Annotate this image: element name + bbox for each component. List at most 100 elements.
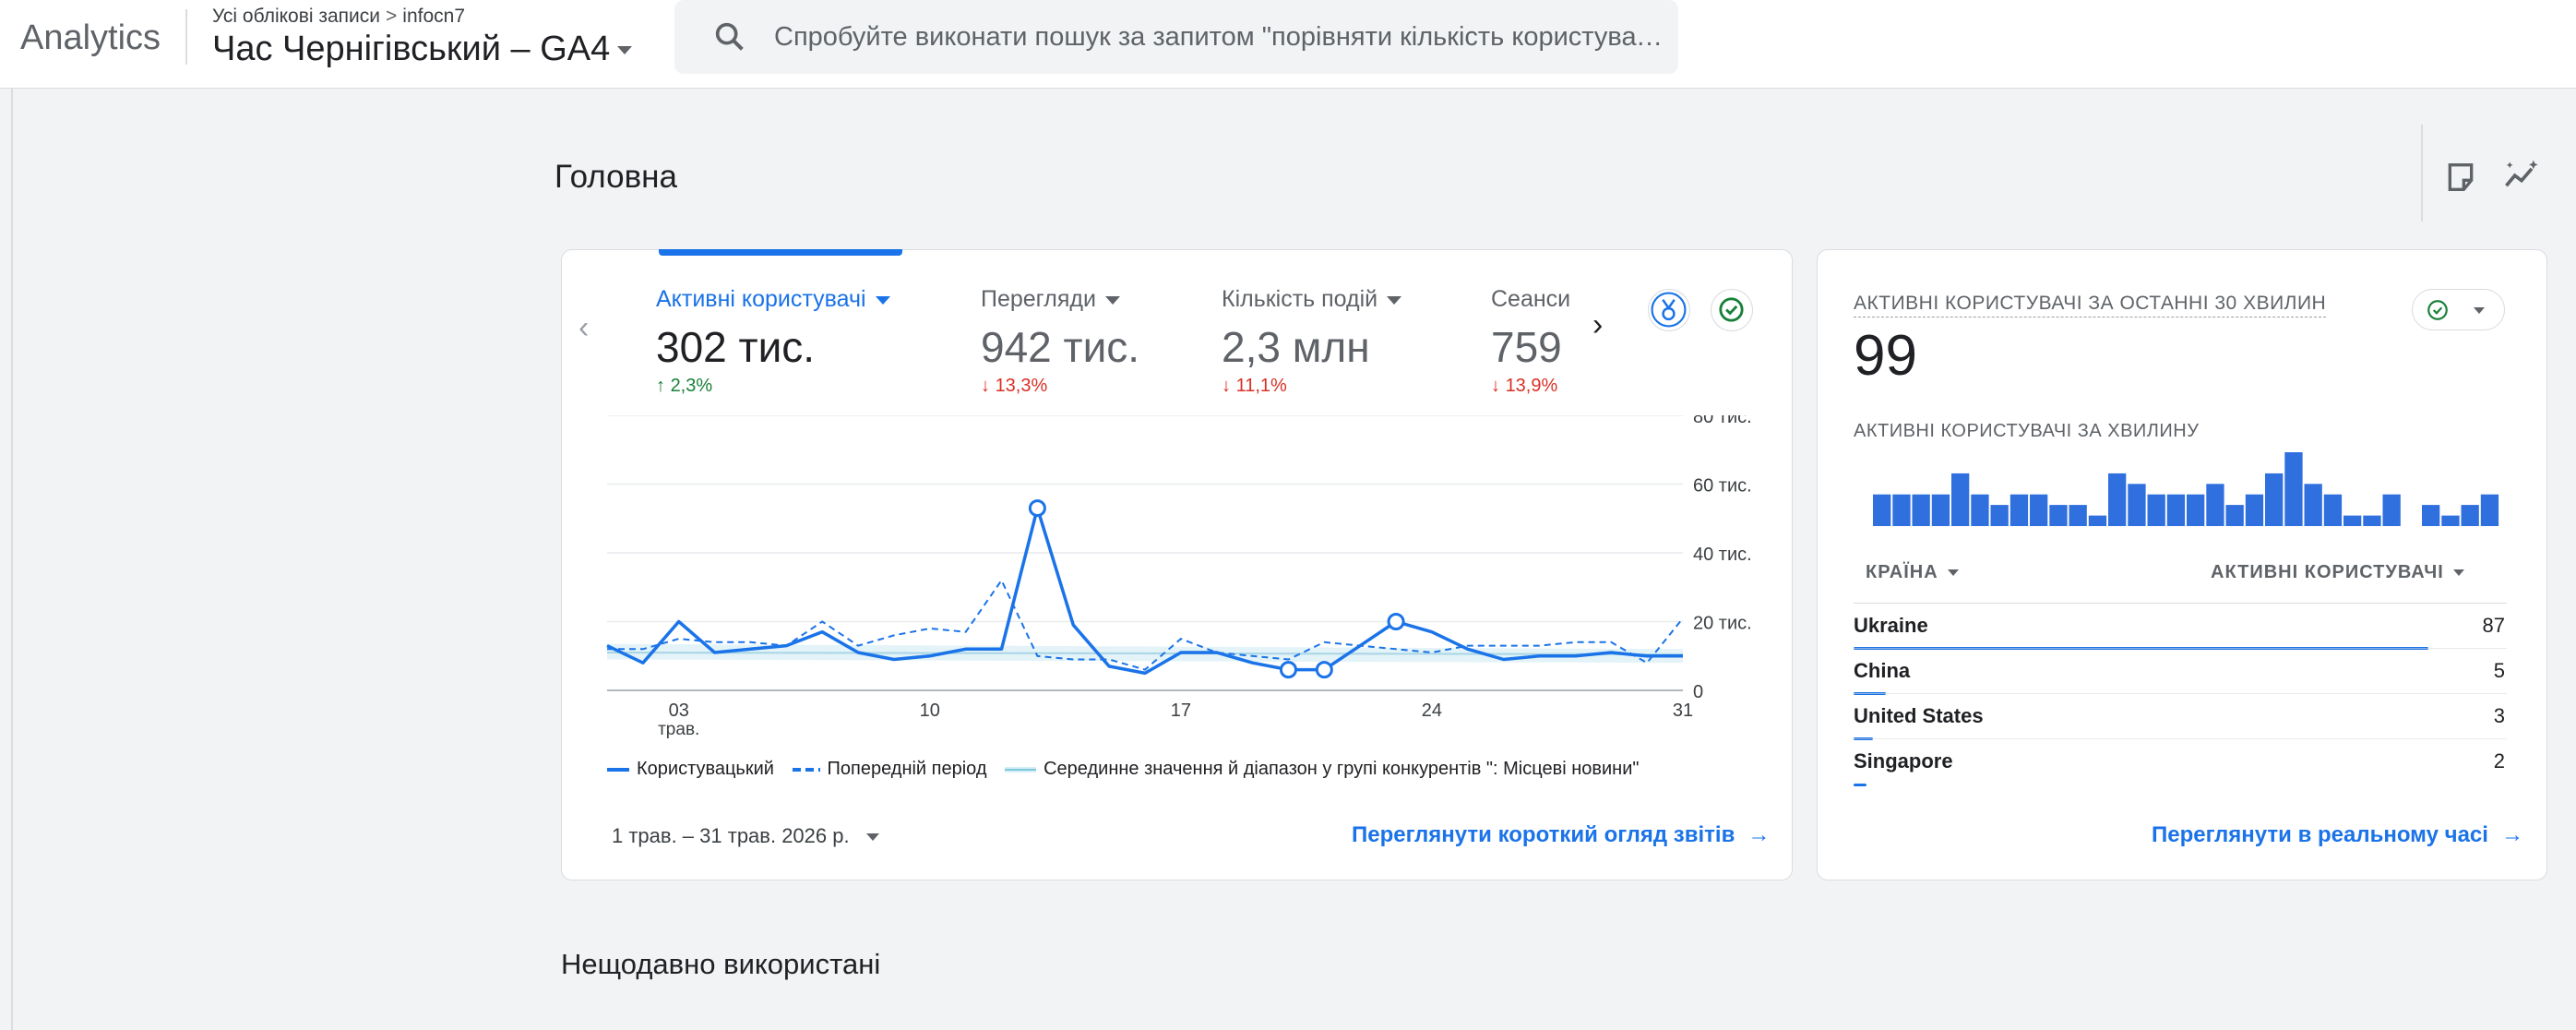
- view-reports-link[interactable]: Переглянути короткий огляд звітів →: [1352, 822, 1770, 848]
- insights-icon[interactable]: [2501, 157, 2542, 198]
- check-circle-icon: [1719, 297, 1744, 322]
- per-minute-bar-chart: [1873, 452, 2499, 526]
- kpi-events[interactable]: Кількість подій 2,3 млн ↓ 11,1%: [1222, 286, 1402, 397]
- per-minute-bar: [2480, 494, 2499, 526]
- per-minute-bar: [2441, 515, 2460, 526]
- per-minute-bar: [1912, 494, 1930, 526]
- kpi-value: 942 тис.: [981, 323, 1140, 371]
- caret-down-icon[interactable]: [1104, 295, 1120, 305]
- per-minute-bar: [2225, 505, 2244, 526]
- kpi-value: 759: [1491, 323, 1562, 371]
- property-selector[interactable]: Час Чернігівський – GA4: [212, 30, 633, 69]
- divider: [185, 9, 187, 65]
- caret-down-icon: [2452, 569, 2464, 577]
- per-minute-label: АКТИВНІ КОРИСТУВАЧІ ЗА ХВИЛИНУ: [1854, 421, 2200, 441]
- kpi-change: 13,9%: [1505, 376, 1558, 396]
- column-header-country-label: КРАЇНА: [1866, 562, 1938, 582]
- realtime-heading[interactable]: АКТИВНІ КОРИСТУВАЧІ ЗА ОСТАННІ 30 ХВИЛИН: [1854, 293, 2327, 317]
- date-range-label[interactable]: 1 трав. – 31 трав. 2026 р.: [612, 824, 850, 847]
- per-minute-bar: [1873, 494, 1891, 526]
- kpi-change: 13,3%: [995, 376, 1048, 396]
- arrow-right-icon: →: [1747, 822, 1771, 847]
- notes-icon[interactable]: [2442, 159, 2479, 196]
- data-point-marker: [1387, 613, 1405, 630]
- search-bar[interactable]: Спробуйте виконати пошук за запитом "пор…: [674, 0, 1678, 74]
- per-minute-bar: [2088, 515, 2107, 526]
- kpi-label: Перегляди: [981, 286, 1096, 312]
- breadcrumb[interactable]: Усі облікові записи > infocn7: [212, 6, 465, 28]
- page-title: Головна: [555, 159, 677, 195]
- column-header-country[interactable]: КРАЇНА: [1866, 562, 1959, 583]
- kpi-sessions[interactable]: Сеанси 759 ↓ 13,9%: [1491, 286, 1570, 397]
- per-minute-bar: [2049, 505, 2068, 526]
- per-minute-bar: [2461, 505, 2479, 526]
- caret-down-icon[interactable]: [865, 833, 879, 842]
- caret-down-icon: [2474, 307, 2485, 314]
- caret-down-icon: [617, 46, 633, 55]
- per-minute-bar: [2166, 494, 2186, 526]
- search-input[interactable]: Спробуйте виконати пошук за запитом "пор…: [774, 22, 1664, 53]
- x-tick-label: 24: [1422, 701, 1442, 721]
- arrow-up-icon: ↑: [656, 376, 671, 396]
- caret-down-icon: [1947, 569, 1959, 577]
- legend-label-previous: Попередній період: [827, 759, 987, 779]
- table-row-value: 5: [2493, 659, 2505, 682]
- per-minute-bar: [2284, 452, 2303, 526]
- per-minute-bar: [2206, 484, 2224, 526]
- per-minute-bar: [2323, 494, 2343, 526]
- status-check-button[interactable]: [1711, 289, 1753, 331]
- line-chart: 80 тис. 60 тис. 40 тис. 20 тис. 0 03 10 17 24 31 т…: [606, 415, 1752, 739]
- per-minute-bar: [2343, 515, 2362, 526]
- realtime-status-dropdown[interactable]: [2412, 289, 2505, 330]
- app-name[interactable]: Analytics: [20, 18, 161, 58]
- legend-swatch-current: [607, 767, 629, 772]
- kpi-change: 2,3%: [670, 376, 713, 396]
- chevron-left-icon[interactable]: ‹: [578, 310, 589, 346]
- per-minute-bar: [2363, 515, 2381, 526]
- per-minute-bar: [2304, 484, 2322, 526]
- per-minute-bar: [2265, 473, 2284, 526]
- property-name[interactable]: Час Чернігівський – GA4: [212, 30, 610, 68]
- y-tick-label: 20 тис.: [1693, 614, 1752, 634]
- section-title-recent: Нещодавно використані: [561, 948, 881, 980]
- divider: [1854, 738, 2507, 739]
- date-range-selector[interactable]: 1 трав. – 31 трав. 2026 р.: [612, 824, 879, 848]
- per-minute-bar: [2108, 473, 2127, 526]
- kpi-label: Активні користувачі: [656, 286, 866, 312]
- per-minute-bar: [1931, 494, 1950, 526]
- kpi-active-users[interactable]: Активні користувачі 302 тис. ↑ 2,3%: [656, 286, 890, 397]
- kpi-value: 302 тис.: [656, 323, 816, 371]
- y-tick-label: 40 тис.: [1693, 545, 1752, 565]
- per-minute-bar: [2030, 494, 2048, 526]
- x-tick-sublabel: трав.: [658, 720, 699, 739]
- arrow-down-icon: ↓: [1222, 376, 1236, 396]
- kpi-label: Сеанси: [1491, 286, 1571, 312]
- view-realtime-link-label[interactable]: Переглянути в реальному часі: [2152, 822, 2488, 847]
- benchmark-badge-button[interactable]: [1648, 289, 1690, 331]
- breadcrumb-account[interactable]: infocn7: [402, 6, 465, 27]
- chevron-right-icon: >: [386, 6, 398, 27]
- view-realtime-link[interactable]: Переглянути в реальному часі →: [2152, 822, 2523, 848]
- per-minute-bar: [2187, 494, 2205, 526]
- search-icon: [715, 22, 744, 51]
- per-minute-bar: [1971, 494, 1989, 526]
- arrow-right-icon: →: [2500, 822, 2523, 847]
- breadcrumb-root[interactable]: Усі облікові записи: [212, 6, 380, 27]
- legend-swatch-benchmark: [1005, 766, 1037, 772]
- side-rail: [11, 89, 13, 1030]
- caret-down-icon[interactable]: [875, 295, 890, 305]
- per-minute-bar: [2245, 494, 2264, 526]
- caret-down-icon[interactable]: [1387, 295, 1402, 305]
- per-minute-bar: [2069, 505, 2087, 526]
- legend-label-current: Користувацький: [637, 759, 774, 779]
- view-reports-link-label[interactable]: Переглянути короткий огляд звітів: [1352, 822, 1735, 847]
- x-tick-label: 17: [1171, 701, 1191, 721]
- table-row-country: United States: [1854, 704, 1984, 727]
- check-circle-icon: [2427, 300, 2448, 320]
- column-header-users-label: АКТИВНІ КОРИСТУВАЧІ: [2211, 562, 2444, 582]
- per-minute-bar: [2128, 484, 2146, 526]
- chevron-right-icon[interactable]: ›: [1592, 307, 1603, 343]
- kpi-views[interactable]: Перегляди 942 тис. ↓ 13,3%: [981, 286, 1139, 397]
- data-point-marker: [1028, 499, 1046, 518]
- column-header-users[interactable]: АКТИВНІ КОРИСТУВАЧІ: [2211, 562, 2464, 583]
